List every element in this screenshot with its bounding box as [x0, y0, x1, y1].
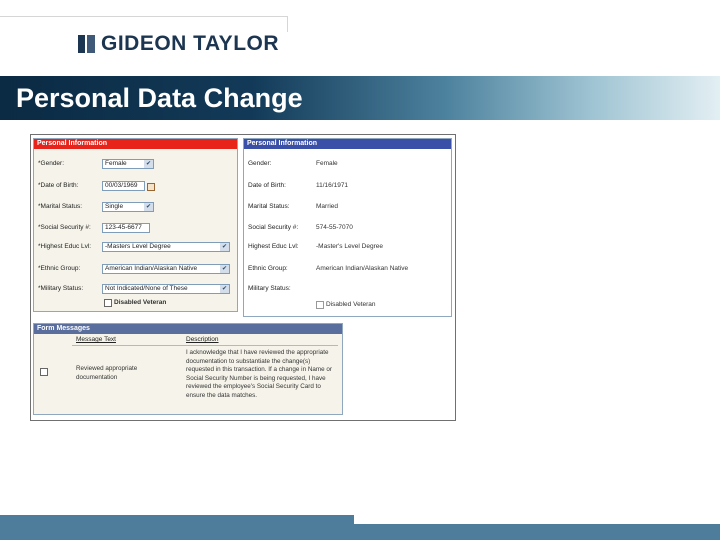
brand-name: GIDEON TAYLOR	[101, 32, 280, 55]
field-row-dob: *Date of Birth: 00/03/1969	[38, 181, 234, 193]
chevron-down-icon[interactable]: ✔	[220, 243, 229, 251]
chevron-down-icon[interactable]: ✔	[144, 203, 153, 211]
title-band: Personal Data Change	[0, 76, 720, 120]
footer-bar-left	[0, 515, 354, 540]
ssn-field[interactable]: 123-45-6677	[102, 223, 150, 233]
field-row-ssn: Social Security #: 574-55-7070	[248, 223, 448, 235]
field-row-gender: Gender: Female	[248, 159, 448, 171]
field-label: Marital Status:	[248, 203, 290, 210]
field-value: 123-45-6677	[105, 224, 142, 231]
checkbox-label: Disabled Veteran	[114, 299, 167, 306]
field-label: Gender:	[248, 160, 272, 167]
column-header-description: Description	[186, 336, 219, 343]
field-value: -Master's Level Degree	[316, 243, 383, 250]
field-label: Ethnic Group:	[248, 265, 288, 272]
logo-mark-icon	[78, 35, 95, 53]
field-value: Single	[105, 203, 124, 210]
field-row-ethnic: *Ethnic Group: American Indian/Alaskan N…	[38, 264, 234, 276]
disabled-veteran-checkbox	[316, 301, 324, 309]
field-row-education: *Highest Educ Lvl: -Masters Level Degree…	[38, 242, 234, 254]
field-row-dob: Date of Birth: 11/16/1971	[248, 181, 448, 193]
personal-info-edit-panel: Personal Information *Gender: Female ✔ *…	[33, 138, 238, 312]
disabled-veteran-checkbox[interactable]	[104, 299, 112, 307]
field-label: *Social Security #:	[38, 224, 91, 231]
checkbox-label: Disabled Veteran	[326, 301, 376, 308]
acknowledge-checkbox[interactable]	[40, 368, 48, 376]
field-row-military: *Military Status: Not Indicated/None of …	[38, 284, 234, 296]
dob-field[interactable]: 00/03/1969	[102, 181, 145, 191]
field-row-education: Highest Educ Lvl: -Master's Level Degree	[248, 242, 448, 254]
field-value: 11/16/1971	[316, 182, 349, 189]
field-value: Married	[316, 203, 339, 210]
top-divider	[0, 16, 287, 17]
table-row: Reviewed appropriate documentation I ack…	[34, 347, 340, 411]
personal-info-current-panel: Personal Information Gender: Female Date…	[243, 138, 452, 317]
column-header-message-text: Message Text	[76, 336, 116, 343]
field-label: *Gender:	[38, 160, 65, 167]
field-label: *Ethnic Group:	[38, 265, 81, 272]
field-label: *Marital Status:	[38, 203, 83, 210]
field-label: Military Status:	[248, 285, 291, 292]
field-value: American Indian/Alaskan Native	[316, 265, 409, 272]
field-label: *Military Status:	[38, 285, 84, 292]
field-row-gender: *Gender: Female ✔	[38, 159, 234, 171]
disabled-veteran-row: Disabled Veteran	[38, 298, 234, 308]
field-row-ssn: *Social Security #: 123-45-6677	[38, 223, 234, 235]
field-value: American Indian/Alaskan Native	[105, 265, 198, 272]
field-label: *Highest Educ Lvl:	[38, 243, 92, 250]
brand-logo: GIDEON TAYLOR	[78, 33, 279, 55]
footer-bar-right	[354, 524, 720, 540]
field-value: Female	[105, 160, 127, 167]
chevron-down-icon[interactable]: ✔	[220, 265, 229, 273]
top-divider-tick	[287, 16, 288, 32]
field-row-military: Military Status:	[248, 284, 448, 296]
slide-title: Personal Data Change	[16, 83, 303, 113]
screenshot-frame: Personal Information *Gender: Female ✔ *…	[30, 134, 456, 421]
field-value: 574-55-7070	[316, 224, 353, 231]
field-label: Date of Birth:	[248, 182, 286, 189]
field-label: Highest Educ Lvl:	[248, 243, 299, 250]
form-messages-table: Form Messages Message Text Description R…	[33, 323, 343, 415]
panel-header: Personal Information	[244, 139, 451, 149]
panel-header: Personal Information	[34, 139, 237, 149]
field-label: Social Security #:	[248, 224, 299, 231]
field-value: Not Indicated/None of These	[105, 285, 188, 292]
education-select[interactable]: -Masters Level Degree ✔	[102, 242, 230, 252]
message-description: I acknowledge that I have reviewed the a…	[186, 349, 332, 399]
marital-status-select[interactable]: Single ✔	[102, 202, 154, 212]
field-row-marital: Marital Status: Married	[248, 202, 448, 214]
field-label: *Date of Birth:	[38, 182, 79, 189]
gender-select[interactable]: Female ✔	[102, 159, 154, 169]
chevron-down-icon[interactable]: ✔	[144, 160, 153, 168]
disabled-veteran-row: Disabled Veteran	[248, 300, 448, 310]
field-value: 00/03/1969	[105, 182, 138, 189]
military-status-select[interactable]: Not Indicated/None of These ✔	[102, 284, 230, 294]
field-value: -Masters Level Degree	[105, 243, 171, 250]
field-row-ethnic: Ethnic Group: American Indian/Alaskan Na…	[248, 264, 448, 276]
field-value: Female	[316, 160, 338, 167]
form-messages-header: Form Messages	[34, 324, 342, 334]
ethnic-group-select[interactable]: American Indian/Alaskan Native ✔	[102, 264, 230, 274]
header-divider	[72, 345, 338, 346]
field-row-marital: *Marital Status: Single ✔	[38, 202, 234, 214]
message-text: Reviewed appropriate documentation	[76, 365, 138, 381]
chevron-down-icon[interactable]: ✔	[220, 285, 229, 293]
calendar-icon[interactable]	[147, 183, 155, 191]
